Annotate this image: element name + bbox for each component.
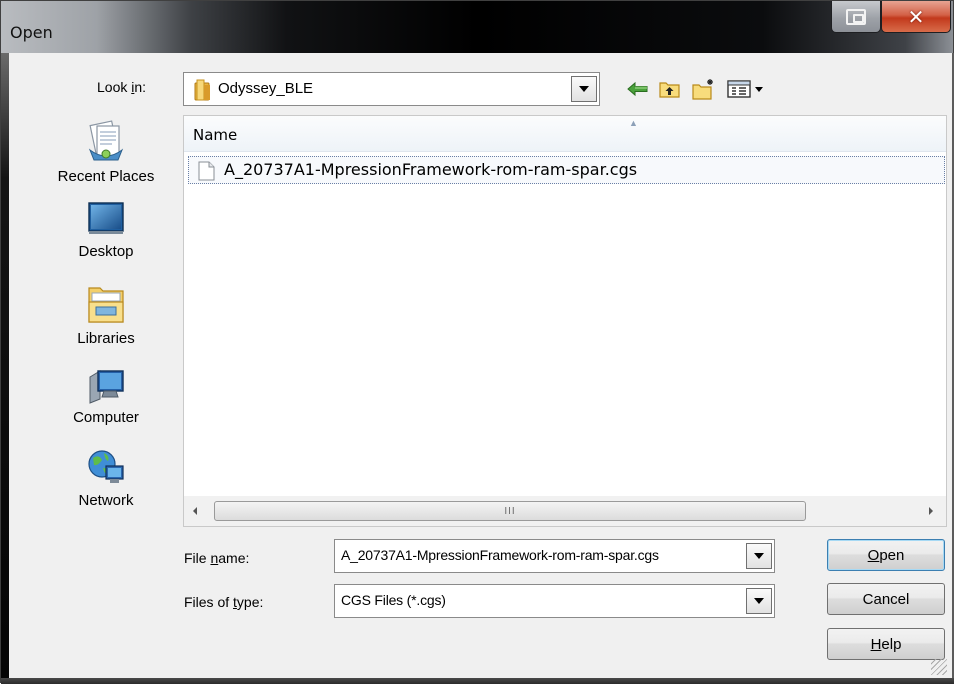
network-icon	[88, 450, 124, 483]
window-title: Open	[10, 23, 53, 42]
back-button[interactable]	[625, 78, 651, 100]
scroll-left-icon[interactable]	[193, 507, 197, 515]
files-of-type-dropdown-arrow[interactable]	[746, 588, 772, 614]
scrollbar-thumb[interactable]: III	[214, 501, 806, 521]
files-of-type-dropdown[interactable]: CGS Files (*.cgs)	[334, 584, 775, 618]
grip-icon: III	[504, 505, 516, 517]
look-in-value: Odyssey_BLE	[218, 80, 314, 97]
place-recent-places[interactable]: Recent Places	[37, 116, 175, 198]
close-button[interactable]: ✕	[881, 1, 951, 33]
place-label-desktop: Desktop	[78, 243, 134, 260]
place-computer[interactable]: Computer	[37, 365, 175, 447]
sort-ascending-icon: ▲	[629, 118, 638, 128]
computer-icon	[89, 370, 124, 404]
restore-button[interactable]	[831, 1, 881, 33]
back-arrow-icon	[627, 81, 648, 97]
view-menu-button[interactable]	[725, 78, 769, 100]
place-label-libraries: Libraries	[77, 330, 135, 347]
place-label-recent-places: Recent Places	[57, 168, 155, 185]
file-name: A_20737A1-MpressionFramework-rom-ram-spa…	[224, 160, 638, 179]
chevron-down-icon	[754, 598, 764, 604]
file-list[interactable]: ▲ Name A_20737A1-MpressionFramework-rom-…	[183, 115, 947, 527]
view-menu-icon	[727, 80, 763, 98]
open-button[interactable]: Open	[827, 539, 945, 571]
look-in-dropdown-arrow[interactable]	[571, 76, 597, 102]
recent-places-icon	[88, 120, 124, 161]
chevron-down-icon	[754, 553, 764, 559]
new-folder-button[interactable]	[691, 78, 717, 100]
folder-icon	[194, 79, 210, 101]
file-name-input[interactable]: A_20737A1-MpressionFramework-rom-ram-spa…	[334, 539, 775, 573]
file-name-dropdown-arrow[interactable]	[746, 543, 772, 569]
look-in-label: Look in:	[97, 79, 147, 95]
scrollbar-track[interactable]: III	[206, 499, 925, 523]
desktop-icon	[88, 202, 124, 234]
file-name-value: A_20737A1-MpressionFramework-rom-ram-spa…	[341, 547, 659, 563]
help-button[interactable]: Help	[827, 628, 945, 660]
resize-grip[interactable]	[931, 659, 947, 675]
place-network[interactable]: Network	[37, 448, 175, 530]
place-libraries[interactable]: Libraries	[37, 282, 175, 364]
title-bar[interactable]: Open ✕	[1, 1, 953, 53]
cancel-button-label: Cancel	[862, 590, 910, 608]
cancel-button[interactable]: Cancel	[827, 583, 945, 615]
libraries-icon	[88, 287, 124, 323]
file-name-label: File name:	[184, 550, 250, 566]
close-icon: ✕	[907, 4, 925, 29]
place-label-computer: Computer	[73, 409, 139, 426]
file-icon	[198, 161, 215, 181]
place-desktop[interactable]: Desktop	[37, 199, 175, 281]
open-button-label: Open	[867, 546, 905, 564]
list-item[interactable]: A_20737A1-MpressionFramework-rom-ram-spa…	[188, 156, 945, 184]
up-folder-icon	[659, 82, 680, 98]
up-one-level-button[interactable]	[657, 78, 683, 100]
look-in-dropdown[interactable]: Odyssey_BLE	[183, 72, 600, 106]
column-header-label: Name	[193, 126, 238, 144]
scroll-right-icon[interactable]	[929, 507, 933, 515]
files-of-type-value: CGS Files (*.cgs)	[341, 592, 446, 608]
new-folder-icon	[692, 79, 713, 100]
window-frame-left	[1, 53, 9, 678]
files-of-type-label: Files of type:	[184, 594, 264, 610]
open-dialog-window: Open ✕ Look in: Odyssey_BLE Recent Place…	[0, 0, 954, 684]
horizontal-scrollbar[interactable]: III	[184, 496, 946, 526]
restore-icon	[846, 8, 866, 25]
place-label-network: Network	[78, 492, 134, 509]
window-frame-bottom	[1, 678, 954, 684]
help-button-label: Help	[870, 635, 902, 653]
column-header-name[interactable]: ▲ Name	[184, 116, 946, 152]
chevron-down-icon	[579, 86, 589, 92]
